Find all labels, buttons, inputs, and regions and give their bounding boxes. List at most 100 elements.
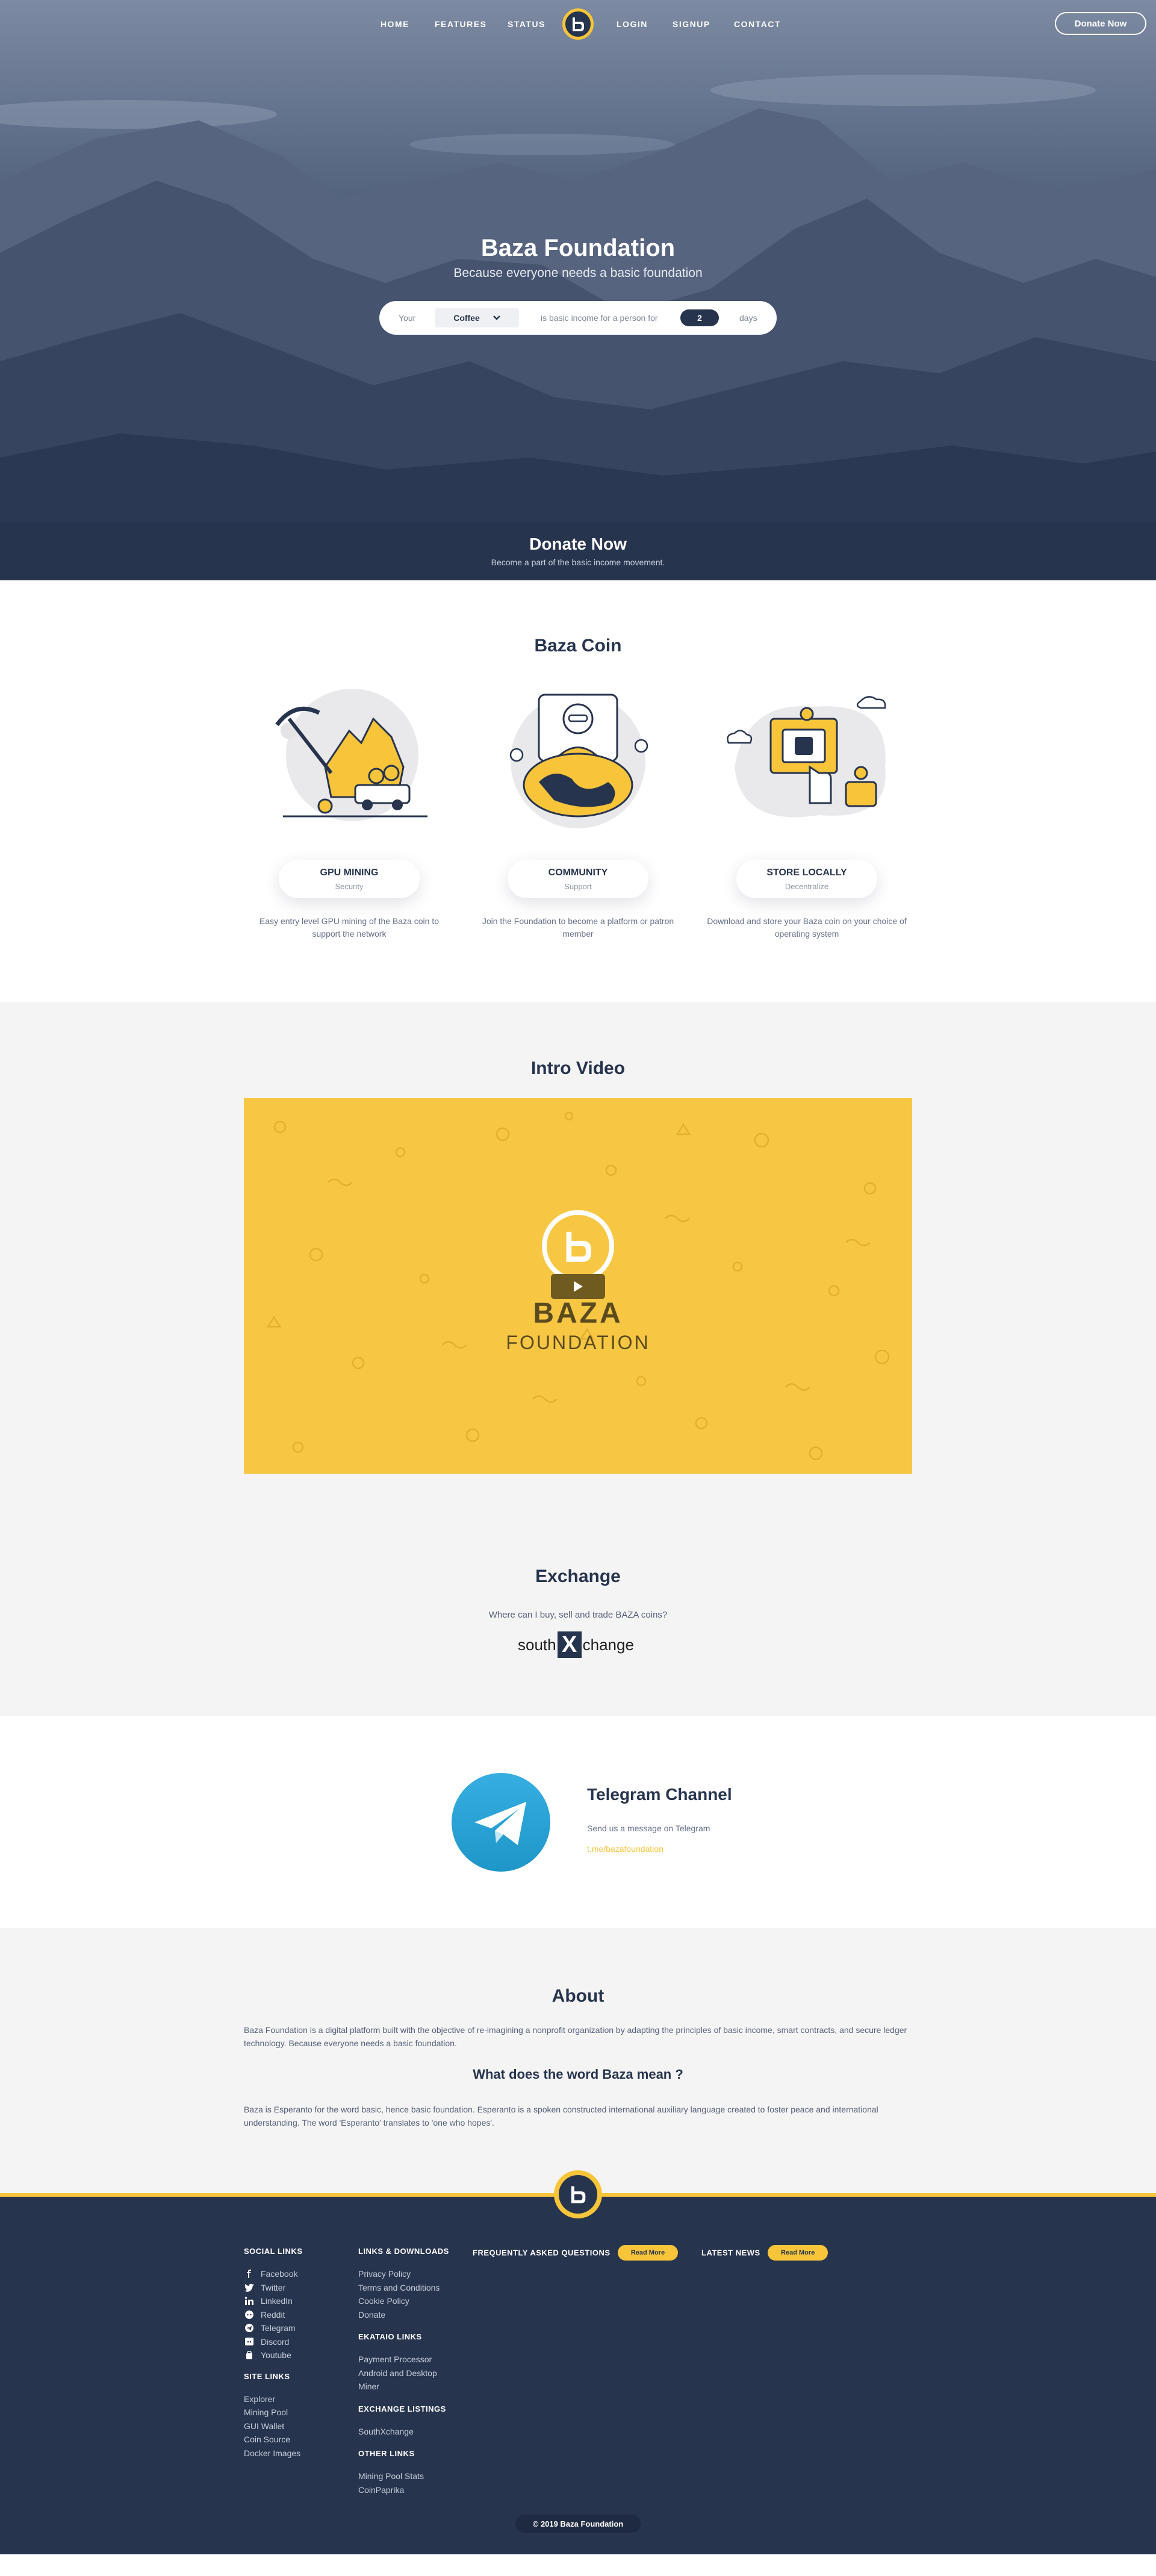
site-link[interactable]: GUI Wallet <box>244 2419 303 2433</box>
social-links-title: SOCIAL LINKS <box>244 2247 303 2256</box>
social-twitter[interactable]: Twitter <box>244 2281 303 2295</box>
calc-suffix: days <box>739 313 757 323</box>
calc-middle-text: is basic income for a person for <box>541 313 658 323</box>
telegram-section: Telegram Channel Send us a message on Te… <box>0 1716 1156 1928</box>
play-button[interactable] <box>551 1274 605 1299</box>
ekataio-link[interactable]: Android and Desktop <box>358 2367 449 2380</box>
site-link[interactable]: Explorer <box>244 2392 303 2406</box>
ekataio-list: Payment Processor Android and Desktop Mi… <box>358 2353 449 2394</box>
community-illustration <box>509 694 648 828</box>
feature-sub: Decentralize <box>785 882 829 891</box>
feature-pill: GPU MINING Security <box>279 860 420 898</box>
nav-login[interactable]: LOGIN <box>617 19 648 29</box>
exchange-title: Exchange <box>535 1566 621 1586</box>
baza-meaning-title: What does the word Baza mean ? <box>473 2067 683 2082</box>
social-facebook[interactable]: Facebook <box>244 2267 303 2281</box>
exchange-listings-title: EXCHANGE LISTINGS <box>358 2404 446 2413</box>
donate-banner[interactable]: Donate Now Become a part of the basic in… <box>0 523 1156 580</box>
intro-video-section: Intro Video BAZA FOUNDATION <box>0 1002 1156 1544</box>
ekataio-link[interactable]: Payment Processor <box>358 2353 449 2367</box>
store-locally-illustration <box>727 696 886 818</box>
baza-logo[interactable] <box>562 8 594 40</box>
footer-social-column: SOCIAL LINKS Facebook Twitter LinkedIn R… <box>244 2247 303 2460</box>
feature-pill: STORE LOCALLY Decentralize <box>736 860 877 898</box>
baza-video-logo <box>542 1210 614 1282</box>
other-link[interactable]: Mining Pool Stats <box>358 2469 449 2483</box>
sx-left: south <box>518 1635 556 1654</box>
item-select[interactable]: Coffee <box>435 308 519 327</box>
feature-store-locally: STORE LOCALLY Decentralize Download and … <box>698 677 915 940</box>
footer-links-column: LINKS & DOWNLOADS Privacy Policy Terms a… <box>358 2247 449 2497</box>
feature-desc: Download and store your Baza coin on you… <box>707 916 907 939</box>
download-link[interactable]: Donate <box>358 2308 449 2322</box>
footer: SOCIAL LINKS Facebook Twitter LinkedIn R… <box>0 2170 1156 2554</box>
faq-title: FREQUENTLY ASKED QUESTIONS <box>473 2248 611 2258</box>
social-linkedin[interactable]: LinkedIn <box>244 2294 303 2308</box>
nav-contact[interactable]: CONTACT <box>734 19 781 29</box>
site-link[interactable]: Docker Images <box>244 2447 303 2460</box>
paper-plane-icon <box>474 1802 526 1845</box>
days-input[interactable]: 2 <box>680 309 719 326</box>
gpu-mining-illustration <box>275 689 427 821</box>
ekataio-link[interactable]: Miner <box>358 2380 449 2394</box>
social-label: LinkedIn <box>261 2296 293 2306</box>
social-label: Telegram <box>261 2323 296 2333</box>
donate-banner-title: Donate Now <box>529 535 627 553</box>
social-label: Discord <box>261 2336 290 2347</box>
hero-subtitle: Because everyone needs a basic foundatio… <box>453 266 703 280</box>
video-brand-bottom: FOUNDATION <box>506 1332 650 1353</box>
baza-b-icon <box>571 2186 586 2203</box>
sx-x: X <box>557 1631 582 1658</box>
video-brand-top: BAZA <box>533 1297 623 1329</box>
nav-signup[interactable]: SIGNUP <box>673 19 710 29</box>
news-read-more-button[interactable]: Read More <box>768 2245 828 2261</box>
footer-logo[interactable] <box>554 2170 602 2218</box>
footer-faq-column: FREQUENTLY ASKED QUESTIONS Read More <box>473 2245 678 2261</box>
social-label: Youtube <box>261 2350 291 2360</box>
feature-name: STORE LOCALLY <box>766 867 847 878</box>
telegram-text: Send us a message on Telegram <box>587 1823 710 1833</box>
site-link[interactable]: Mining Pool <box>244 2406 303 2419</box>
facebook-icon <box>247 2270 251 2279</box>
income-calculator: Your Coffee is basic income for a person… <box>379 301 777 335</box>
baza-b-icon <box>566 1232 591 1262</box>
download-link[interactable]: Terms and Conditions <box>358 2281 449 2295</box>
nav-status[interactable]: STATUS <box>508 19 545 29</box>
listing-link[interactable]: SouthXchange <box>358 2425 449 2439</box>
exchange-question: Where can I buy, sell and trade BAZA coi… <box>488 1610 668 1620</box>
telegram-title: Telegram Channel <box>587 1785 732 1804</box>
download-link[interactable]: Cookie Policy <box>358 2294 449 2308</box>
telegram-link[interactable]: t.me/bazafoundation <box>587 1844 663 1854</box>
linkedin-icon <box>244 2297 253 2306</box>
feature-gpu-mining: GPU MINING Security Easy entry level GPU… <box>241 677 458 940</box>
other-list: Mining Pool Stats CoinPaprika <box>358 2469 449 2497</box>
about-title: About <box>552 1986 604 2006</box>
download-link[interactable]: Privacy Policy <box>358 2267 449 2281</box>
telegram-icon[interactable] <box>452 1773 550 1872</box>
feature-name: GPU MINING <box>320 867 379 878</box>
nav-home[interactable]: HOME <box>381 19 409 29</box>
faq-read-more-button[interactable]: Read More <box>617 2245 678 2261</box>
links-downloads-title: LINKS & DOWNLOADS <box>358 2247 449 2256</box>
social-reddit[interactable]: Reddit <box>244 2308 303 2322</box>
site-link[interactable]: Coin Source <box>244 2433 303 2447</box>
youtube-icon <box>246 2351 252 2360</box>
donate-now-button[interactable]: Donate Now <box>1055 12 1146 35</box>
social-telegram[interactable]: Telegram <box>244 2321 303 2335</box>
southxchange-logo[interactable]: south X change <box>518 1631 634 1658</box>
feature-name: COMMUNITY <box>548 867 608 878</box>
item-select-value: Coffee <box>453 313 480 323</box>
footer-logo-inner <box>559 2175 597 2214</box>
intro-video-player[interactable]: BAZA FOUNDATION <box>244 1098 912 1474</box>
feature-community: COMMUNITY Support Join the Foundation to… <box>470 677 686 940</box>
copyright: © 2019 Baza Foundation <box>515 2515 641 2533</box>
social-youtube[interactable]: Youtube <box>244 2348 303 2362</box>
nav-features[interactable]: FEATURES <box>435 19 486 29</box>
hero-section: HOME FEATURES STATUS LOGIN SIGNUP CONTAC… <box>0 0 1156 523</box>
feature-sub: Support <box>564 882 592 891</box>
ekataio-links-title: EKATAIO LINKS <box>358 2332 422 2341</box>
other-link[interactable]: CoinPaprika <box>358 2483 449 2497</box>
about-section: About Baza Foundation is a digital platf… <box>0 1928 1156 2193</box>
social-discord[interactable]: Discord <box>244 2335 303 2349</box>
social-label: Facebook <box>261 2269 298 2279</box>
